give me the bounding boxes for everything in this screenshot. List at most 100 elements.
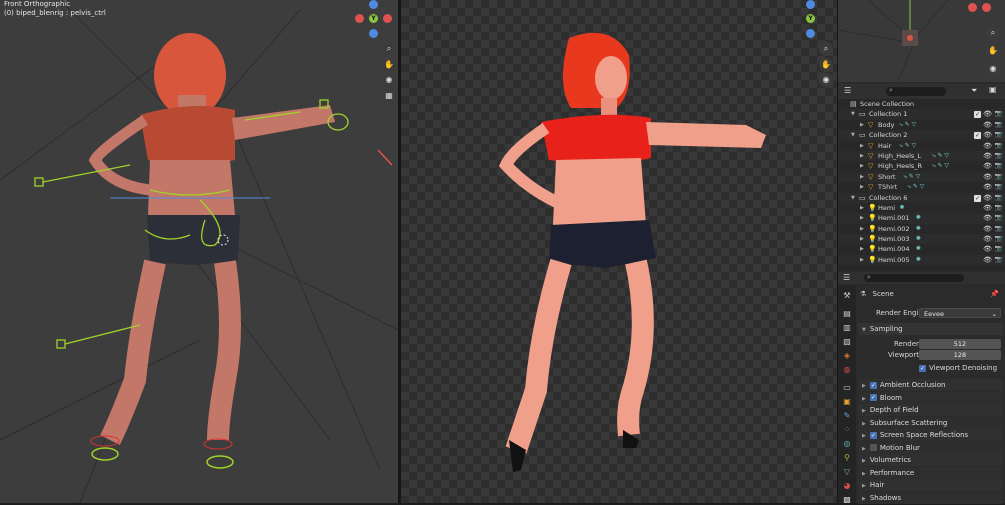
outliner-object-row[interactable]: ▶ 💡 Hemi.002 ✺ 👁 📷 [838,224,1005,234]
physics-tab-icon[interactable]: ◎ [842,439,852,449]
collapsed-triangle-icon[interactable]: ▶ [860,213,864,223]
mini-x-axis-neg-gizmo[interactable] [982,3,991,12]
z-axis-neg-gizmo[interactable] [369,29,378,38]
visibility-eye-icon[interactable]: 👁 [983,244,992,254]
outliner-editor-type-icon[interactable]: ☰ [844,86,851,95]
visibility-eye-icon[interactable]: 👁 [983,234,992,244]
modifier-data-icons[interactable]: ⤷ ✎ ▽ [932,151,949,161]
light-data-icon[interactable]: ✺ [916,234,921,244]
collapsed-triangle-icon[interactable]: ▶ [860,234,864,244]
left-3d-viewport[interactable]: Front Orthographic (0) biped_blenrig : p… [0,0,398,503]
texture-tab-icon[interactable]: ▩ [842,495,852,505]
outliner-object-row[interactable]: ▶ ▽ Hair ⤷ ✎ ▽ 👁 📷 [838,141,1005,151]
right-z-axis-gizmo[interactable] [806,0,815,9]
render-camera-icon[interactable]: 📷 [995,182,1002,192]
light-data-icon[interactable]: ✺ [916,224,921,234]
zoom-icon[interactable]: ⌕ [382,42,396,56]
collapsed-triangle-icon[interactable]: ▶ [860,120,864,130]
visibility-eye-icon[interactable]: 👁 [983,120,992,130]
outliner-object-row[interactable]: ▶ 💡 Hemi.003 ✺ 👁 📷 [838,234,1005,245]
modifier-data-icons[interactable]: ⤷ ✎ ▽ [904,172,921,182]
right-pan-hand-icon[interactable]: ✋ [819,58,833,72]
constraints-tab-icon[interactable]: ⚲ [842,453,852,463]
x-axis-neg-gizmo[interactable] [383,14,392,23]
panel-enable-checkbox[interactable]: ✓ [869,381,877,389]
modifier-data-icons[interactable]: ⤷ ✎ ▽ [908,182,925,192]
expand-triangle-icon[interactable]: ▼ [851,109,855,119]
panel-header-motion-blur[interactable]: ▶ Motion Blur [858,441,1003,454]
render-camera-icon[interactable]: 📷 [995,213,1002,223]
outliner-object-row[interactable]: ▶ 💡 Hemi ✺ 👁 📷 [838,203,1005,213]
render-camera-icon[interactable]: 📷 [995,151,1002,161]
modifier-data-icons[interactable]: ⤷ ✎ ▽ [899,120,916,130]
visibility-eye-icon[interactable]: 👁 [983,224,992,234]
visibility-eye-icon[interactable]: 👁 [983,161,992,171]
light-data-icon[interactable]: ✺ [916,244,921,254]
visibility-eye-icon[interactable]: 👁 [983,203,992,213]
outliner-object-row[interactable]: ▶ 💡 Hemi.001 ✺ 👁 📷 [838,213,1005,224]
collapsed-triangle-icon[interactable]: ▶ [860,203,864,213]
particles-tab-icon[interactable]: ⁘ [842,425,852,435]
outliner-object-row[interactable]: ▶ 💡 Hemi.004 ✺ 👁 📷 [838,244,1005,254]
panel-header-subsurface-scattering[interactable]: ▶ Subsurface Scattering [858,416,1003,429]
outliner-collection-row[interactable]: ▼ ▭ Collection 2 ✓ 👁 📷 [838,130,1005,141]
object-tab-icon[interactable]: ▣ [842,397,852,407]
panel-enable-checkbox[interactable]: ✓ [869,431,877,439]
viewport-samples-field[interactable]: 128 [919,350,1001,360]
outliner-collection-row[interactable]: ▼ ▭ Collection 1 ✓ 👁 📷 [838,109,1005,120]
panel-header-volumetrics[interactable]: ▶ Volumetrics [858,454,1003,466]
outliner-object-row[interactable]: ▶ 💡 Hemi.005 ✺ 👁 📷 [838,254,1005,266]
visibility-eye-icon[interactable]: 👁 [983,141,992,151]
properties-search-input[interactable]: ⌕ [864,273,964,282]
rendered-3d-viewport[interactable]: Y ⌕ ✋ ◉ [401,0,837,503]
render-camera-icon[interactable]: 📷 [995,193,1002,203]
mini-viewport[interactable]: ⌕ ✋ ◉ [838,0,1005,82]
render-camera-icon[interactable]: 📷 [995,203,1002,213]
filter-icon[interactable]: ⏷ [971,86,977,96]
output-tab-icon[interactable]: ▥ [842,323,852,333]
modifier-data-icons[interactable]: ⤷ ✎ ▽ [932,161,949,171]
mini-pan-icon[interactable]: ✋ [986,44,1000,58]
right-y-axis-gizmo[interactable]: Y [806,14,815,23]
sampling-panel-header[interactable]: ▼ Sampling [858,323,1003,335]
outliner-object-row[interactable]: ▶ ▽ Short ⤷ ✎ ▽ 👁 📷 [838,171,1005,183]
render-engine-dropdown[interactable]: Eevee ⌄ [919,308,1001,318]
expand-triangle-icon[interactable]: ▼ [851,193,855,203]
x-axis-gizmo[interactable] [355,14,364,23]
visibility-eye-icon[interactable]: 👁 [983,193,992,203]
light-data-icon[interactable]: ✺ [916,213,921,223]
collection-checkbox[interactable]: ✓ [974,111,981,119]
panel-header-screen-space-reflections[interactable]: ▶ ✓ Screen Space Reflections [858,429,1003,441]
outliner-object-row[interactable]: ▶ ▽ High_Heels_L ⤷ ✎ ▽ 👁 📷 [838,150,1005,162]
panel-enable-checkbox[interactable]: ✓ [869,394,877,401]
properties-editor-type-icon[interactable]: ☰ [843,273,850,282]
outliner-collection-row[interactable]: ▤ Scene Collection [838,99,1005,109]
collection-checkbox[interactable]: ✓ [974,132,981,140]
outliner-collection-row[interactable]: ▼ ▭ Collection 6 ✓ 👁 📷 [838,192,1005,203]
new-collection-icon[interactable]: ▣ [989,85,997,94]
collapsed-triangle-icon[interactable]: ▶ [860,224,864,234]
z-axis-gizmo[interactable] [369,0,378,9]
visibility-eye-icon[interactable]: 👁 [983,130,992,140]
outliner-object-row[interactable]: ▶ ▽ Body ⤷ ✎ ▽ 👁 📷 [838,120,1005,130]
mini-x-axis-gizmo[interactable] [968,3,977,12]
panel-header-bloom[interactable]: ▶ ✓ Bloom [858,391,1003,404]
panel-header-ambient-occlusion[interactable]: ▶ ✓ Ambient Occlusion [858,379,1003,391]
panel-header-hair[interactable]: ▶ Hair [858,479,1003,491]
render-camera-icon[interactable]: 📷 [995,130,1002,140]
collapsed-triangle-icon[interactable]: ▶ [860,141,864,151]
visibility-eye-icon[interactable]: 👁 [983,151,992,161]
render-tab-icon[interactable]: ▤ [842,309,852,319]
collapsed-triangle-icon[interactable]: ▶ [860,161,864,171]
outliner-object-row[interactable]: ▶ ▽ TShirt ⤷ ✎ ▽ 👁 📷 [838,182,1005,192]
panel-header-depth-of-field[interactable]: ▶ Depth of Field [858,404,1003,416]
visibility-eye-icon[interactable]: 👁 [983,182,992,192]
camera-view-icon[interactable]: ◉ [382,73,396,87]
mini-zoom-icon[interactable]: ⌕ [986,26,1000,40]
render-camera-icon[interactable]: 📷 [995,234,1002,244]
viewport-denoising-checkbox[interactable]: ✓ [919,364,926,372]
view-layer-tab-icon[interactable]: ▧ [842,337,852,347]
visibility-eye-icon[interactable]: 👁 [983,172,992,182]
light-data-icon[interactable]: ✺ [916,255,921,265]
right-z-axis-neg-gizmo[interactable] [806,29,815,38]
